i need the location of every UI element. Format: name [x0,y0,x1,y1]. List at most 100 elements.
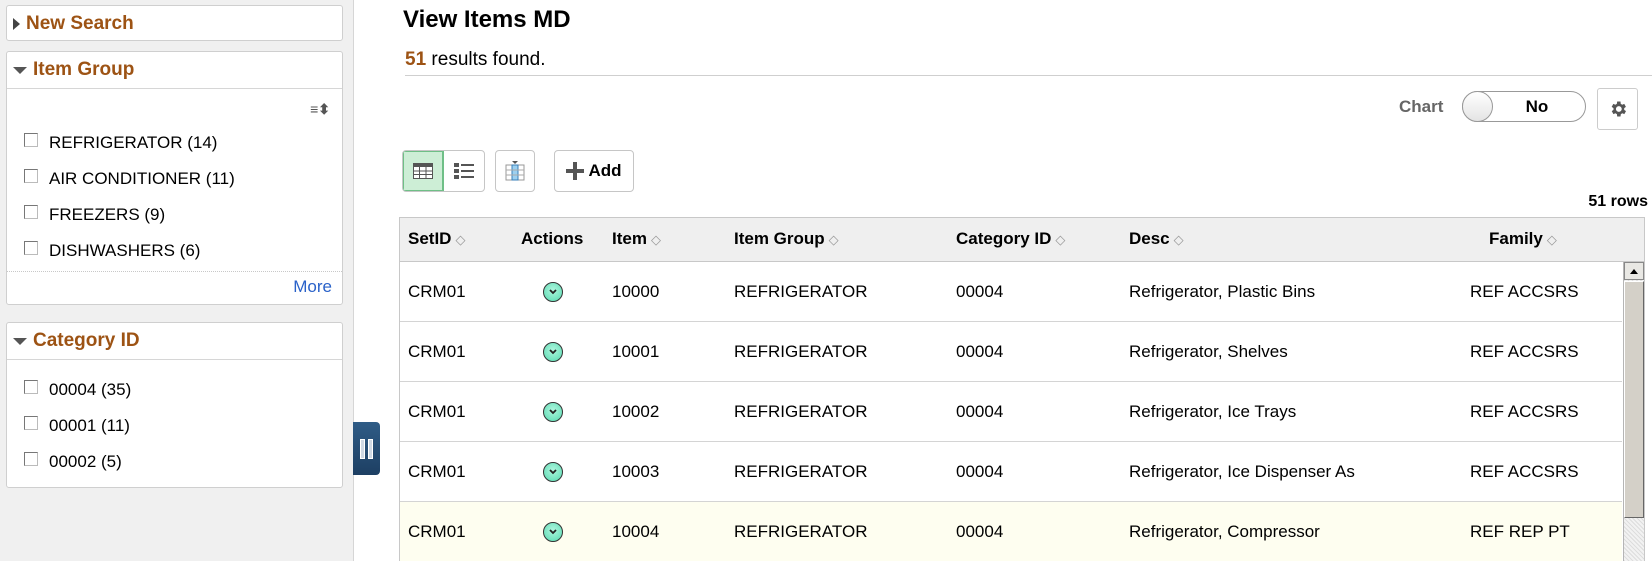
checkbox[interactable] [24,133,38,147]
chart-toggle[interactable]: No [1462,91,1586,122]
checkbox[interactable] [24,416,38,430]
grid-body: CRM01 10000 REFRIGERATOR 00004 Refrigera… [400,262,1644,561]
scroll-up-button[interactable] [1624,262,1644,280]
list-view-button[interactable] [444,151,485,191]
settings-button[interactable] [1597,88,1638,130]
column-label: Item [612,229,647,248]
facet-item[interactable]: DISHWASHERS (6) [7,233,342,269]
cell-family: REF ACCSRS [1470,342,1579,361]
cell-item-group: REFRIGERATOR [734,282,868,301]
table-row[interactable]: CRM01 10003 REFRIGERATOR 00004 Refrigera… [400,442,1622,502]
checkbox[interactable] [24,241,38,255]
cell-setid: CRM01 [408,402,466,421]
item-group-header[interactable]: Item Group [7,52,342,88]
cell-item-group: REFRIGERATOR [734,402,868,421]
facet-label: FREEZERS (9) [49,205,166,224]
row-actions-icon[interactable] [543,282,563,302]
row-actions-icon[interactable] [543,522,563,542]
sort-icon[interactable]: ◇ [1547,232,1557,247]
column-header-family[interactable]: Family ◇ [1489,229,1557,249]
cell-setid: CRM01 [408,522,466,541]
add-button[interactable]: Add [554,150,634,192]
facet-item[interactable]: FREEZERS (9) [7,197,342,233]
collapse-sidebar-handle[interactable] [353,422,380,475]
expand-icon [13,18,20,30]
facet-item[interactable]: AIR CONDITIONER (11) [7,161,342,197]
grid-scrollbar[interactable] [1623,262,1644,561]
cell-category-id: 00004 [956,342,1004,361]
page-title: View Items MD [403,6,571,33]
cell-desc: Refrigerator, Shelves [1129,342,1288,361]
sort-icon[interactable]: ◇ [455,232,465,247]
checkbox[interactable] [24,205,38,219]
cell-family: REF ACCSRS [1470,462,1579,481]
checkbox[interactable] [24,380,38,394]
facet-label: 00004 (35) [49,380,132,399]
arrow-up-icon [1630,268,1638,274]
column-label: Item Group [734,229,825,248]
row-actions-icon[interactable] [543,342,563,362]
scroll-thumb[interactable] [1624,281,1644,518]
cell-family: REF REP PT [1470,522,1570,541]
cell-desc: Refrigerator, Compressor [1129,522,1320,541]
facet-item[interactable]: 00002 (5) [7,444,342,480]
collapse-icon [13,66,27,74]
sort-icon[interactable]: ◇ [829,232,839,247]
add-label: Add [588,161,622,180]
facet-item[interactable]: REFRIGERATOR (14) [7,125,342,161]
facet-item[interactable]: 00001 (11) [7,408,342,444]
cell-setid: CRM01 [408,342,466,361]
column-label: Family [1489,229,1543,248]
results-count: 51 [405,49,427,70]
table-row[interactable]: CRM01 10000 REFRIGERATOR 00004 Refrigera… [400,262,1622,322]
view-mode-toggle [402,150,485,192]
collapse-icon [13,337,27,345]
sort-icon[interactable]: ◇ [651,232,661,247]
table-row[interactable]: CRM01 10001 REFRIGERATOR 00004 Refrigera… [400,322,1622,382]
list-icon [453,163,474,179]
table-row[interactable]: CRM01 10004 REFRIGERATOR 00004 Refrigera… [400,502,1622,561]
new-search-header[interactable]: New Search [7,6,342,42]
item-group-panel: Item Group ≡⬍ REFRIGERATOR (14) AIR COND… [6,51,343,305]
facet-label: REFRIGERATOR (14) [49,133,218,152]
personalize-columns-button[interactable] [495,150,535,192]
cell-family: REF ACCSRS [1470,402,1579,421]
filter-sidebar: New Search Item Group ≡⬍ REFRIGERATOR (1… [0,0,354,561]
cell-family: REF ACCSRS [1470,282,1579,301]
column-header-category-id[interactable]: Category ID ◇ [956,229,1065,249]
column-header-item[interactable]: Item ◇ [612,229,661,249]
column-label: Actions [521,229,584,248]
category-id-header[interactable]: Category ID [7,323,342,359]
cell-item: 10001 [612,342,660,361]
more-link[interactable]: More [293,277,332,296]
column-header-actions: Actions [521,229,583,249]
column-header-setid[interactable]: SetID ◇ [408,229,465,249]
cell-category-id: 00004 [956,402,1004,421]
columns-icon [505,161,525,181]
grid-icon [412,163,433,179]
facet-item[interactable]: 00004 (35) [7,372,342,408]
sort-icon[interactable]: ◇ [1174,232,1184,247]
grid-view-button[interactable] [403,151,444,191]
toggle-value: No [1525,97,1549,116]
table-row[interactable]: CRM01 10002 REFRIGERATOR 00004 Refrigera… [400,382,1622,442]
category-id-panel: Category ID 00004 (35) 00001 (11) 00002 … [6,322,343,488]
checkbox[interactable] [24,169,38,183]
cell-desc: Refrigerator, Ice Trays [1129,402,1297,421]
sort-icon[interactable]: ◇ [1055,232,1065,247]
facet-label: 00002 (5) [49,452,122,471]
item-group-title: Item Group [33,59,135,80]
new-search-panel[interactable]: New Search [6,5,343,41]
checkbox[interactable] [24,452,38,466]
facet-label: AIR CONDITIONER (11) [49,169,235,188]
pause-bar-icon [360,438,365,459]
column-header-desc[interactable]: Desc ◇ [1129,229,1184,249]
cell-category-id: 00004 [956,462,1004,481]
row-actions-icon[interactable] [543,402,563,422]
cell-item-group: REFRIGERATOR [734,342,868,361]
row-actions-icon[interactable] [543,462,563,482]
results-text: results found. [426,49,546,70]
sort-icon[interactable]: ≡⬍ [310,101,330,118]
more-row: More [7,271,342,301]
column-header-item-group[interactable]: Item Group ◇ [734,229,839,249]
